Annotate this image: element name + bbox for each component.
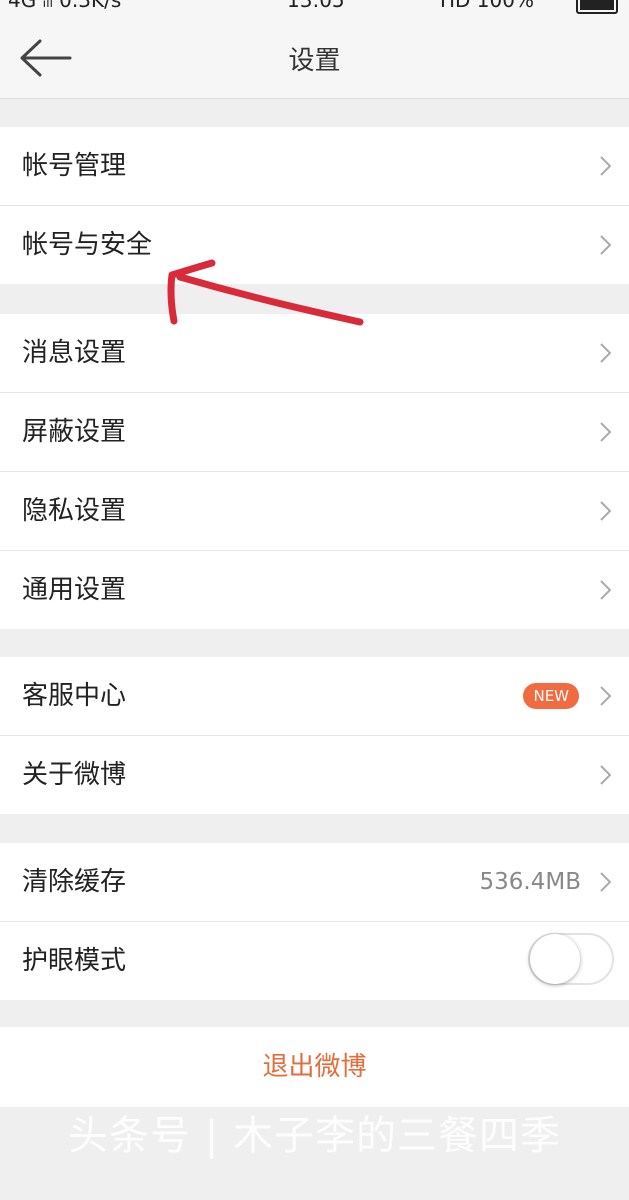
chevron-right-icon (600, 343, 611, 363)
row-label: 通用设置 (22, 575, 127, 605)
row-label: 客服中心 (22, 681, 127, 711)
settings-group-preferences: 消息设置 屏蔽设置 隐私设置 通用设置 (0, 314, 629, 629)
row-label: 护眼模式 (22, 946, 127, 976)
settings-group-support: 客服中心 NEW 关于微博 (0, 657, 629, 814)
title-bar: 设置 (0, 14, 629, 99)
settings-row-general[interactable]: 通用设置 (0, 551, 629, 629)
chevron-right-icon (600, 235, 611, 255)
settings-row-clear-cache[interactable]: 清除缓存 536.4MB (0, 843, 629, 922)
settings-row-eye-protection: 护眼模式 (0, 922, 629, 1000)
chevron-right-icon (600, 501, 611, 521)
settings-row-about[interactable]: 关于微博 (0, 736, 629, 814)
eye-protection-toggle[interactable] (528, 933, 614, 985)
toggle-knob (530, 934, 580, 984)
row-label: 帐号与安全 (22, 230, 153, 260)
settings-row-privacy[interactable]: 隐私设置 (0, 472, 629, 551)
settings-row-block[interactable]: 屏蔽设置 (0, 393, 629, 472)
watermark: 头条号 | 木子李的三餐四季 (68, 1113, 561, 1159)
chevron-right-icon (600, 580, 611, 600)
status-signal-text: 4G ᵢₗₗ 0.3K/s (8, 0, 122, 12)
cache-size-value: 536.4MB (479, 869, 581, 895)
settings-row-message[interactable]: 消息设置 (0, 314, 629, 393)
settings-row-account-management[interactable]: 帐号管理 (0, 127, 629, 206)
row-label: 隐私设置 (22, 496, 127, 526)
chevron-right-icon (600, 872, 611, 892)
status-bar: 4G ᵢₗₗ 0.3K/s 13:05 HD 100% (0, 0, 629, 14)
row-label: 屏蔽设置 (22, 417, 127, 447)
chevron-right-icon (600, 765, 611, 785)
settings-row-account-security[interactable]: 帐号与安全 (0, 206, 629, 284)
row-label: 消息设置 (22, 338, 127, 368)
settings-group-storage: 清除缓存 536.4MB 护眼模式 (0, 843, 629, 1000)
row-label: 帐号管理 (22, 151, 127, 181)
row-label: 清除缓存 (22, 867, 127, 897)
status-time: 13:05 (287, 0, 345, 12)
battery-icon (576, 0, 618, 14)
chevron-right-icon (600, 156, 611, 176)
settings-group-account: 帐号管理 帐号与安全 (0, 127, 629, 284)
chevron-right-icon (600, 422, 611, 442)
page-title: 设置 (288, 46, 341, 76)
new-badge: NEW (523, 683, 579, 709)
chevron-right-icon (600, 686, 611, 706)
logout-section: 退出微博 (0, 1027, 629, 1107)
status-right-text: HD 100% (440, 0, 534, 12)
settings-row-customer-service[interactable]: 客服中心 NEW (0, 657, 629, 736)
logout-button[interactable]: 退出微博 (0, 1027, 629, 1107)
row-label: 关于微博 (22, 760, 127, 790)
